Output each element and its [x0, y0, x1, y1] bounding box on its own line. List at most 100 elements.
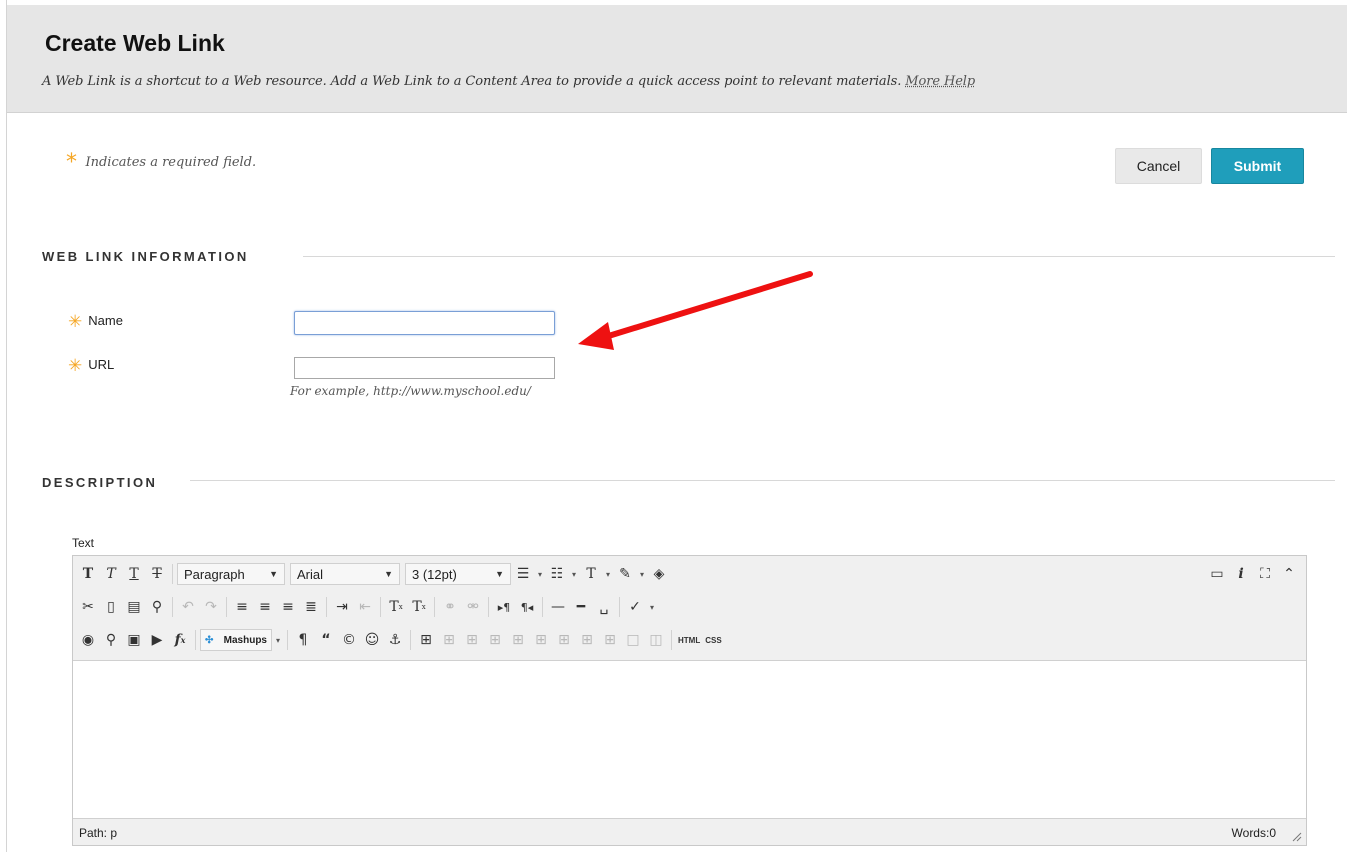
math-equation-icon[interactable]: fx [169, 629, 191, 651]
justify-icon[interactable]: ≣ [300, 596, 322, 618]
insert-col-after-icon[interactable]: ⊞ [576, 629, 598, 651]
more-help-link[interactable]: More Help [905, 74, 975, 89]
url-hint: For example, http://www.myschool.edu/ [290, 384, 531, 398]
toolbar-right-group: ▭ i ⛶ ⌃ [1206, 563, 1300, 585]
undo-icon[interactable]: ↶ [177, 596, 199, 618]
align-center-icon[interactable]: ≡ [254, 596, 276, 618]
thick-rule-icon[interactable]: ━ [570, 596, 592, 618]
superscript-icon[interactable]: Tx [385, 596, 407, 618]
merge-cells-icon[interactable]: □ [622, 629, 644, 651]
horizontal-rule-icon[interactable]: — [547, 596, 569, 618]
copyright-icon[interactable]: © [338, 629, 360, 651]
page-description-text: A Web Link is a shortcut to a Web resour… [42, 74, 902, 89]
mashups-icon: ✣ [205, 634, 214, 646]
toolbar-separator [410, 630, 411, 650]
fullscreen-icon[interactable]: ⛶ [1254, 563, 1276, 585]
dropdown-caret-icon[interactable]: ▾ [603, 570, 613, 579]
spellcheck-icon[interactable]: ✓ [624, 596, 646, 618]
anchor-icon[interactable]: ⚓ [384, 629, 406, 651]
toolbar-separator [671, 630, 672, 650]
redo-icon[interactable]: ↷ [200, 596, 222, 618]
url-field-label: ✳ URL [68, 356, 114, 376]
preview-icon[interactable]: ▭ [1206, 563, 1228, 585]
name-input[interactable] [294, 311, 555, 335]
cancel-button[interactable]: Cancel [1115, 148, 1202, 184]
font-select[interactable]: Arial ▼ [290, 563, 400, 585]
editor-content-area[interactable] [73, 661, 1306, 818]
align-right-icon[interactable]: ≡ [277, 596, 299, 618]
insert-table-icon[interactable]: ⊞ [415, 629, 437, 651]
required-field-note: * Indicates a required field. [66, 150, 256, 175]
insert-row-before-icon[interactable]: ⊞ [484, 629, 506, 651]
ltr-icon[interactable]: ▸¶ [493, 596, 515, 618]
url-input[interactable] [294, 357, 555, 379]
bullet-list-icon[interactable]: ☰ [512, 563, 534, 585]
editor-toolbar: T T T T Paragraph ▼ Arial ▼ 3 (12pt) ▼ ☰ ▾ … [73, 556, 1306, 661]
dropdown-caret-icon[interactable]: ▾ [637, 570, 647, 579]
dropdown-caret-icon[interactable]: ▾ [273, 636, 283, 645]
nonbreaking-space-icon[interactable]: ␣ [593, 596, 615, 618]
strikethrough-icon[interactable]: T [146, 563, 168, 585]
link-icon[interactable]: ⚭ [439, 596, 461, 618]
html-source-button[interactable]: HTML [676, 629, 702, 651]
submit-button[interactable]: Submit [1211, 148, 1304, 184]
italic-icon[interactable]: T [100, 563, 122, 585]
bold-icon[interactable]: T [77, 563, 99, 585]
toolbar-row-3: ◉ ⚲ ▣ ▶ fx ✣ Mashups ▾ ¶ “ © ☺ ⚓ ⊞ ⊞ ⊞ ⊞ … [77, 627, 724, 653]
dropdown-caret-icon[interactable]: ▾ [569, 570, 579, 579]
rtl-icon[interactable]: ¶◂ [516, 596, 538, 618]
split-cells-icon[interactable]: ◫ [645, 629, 667, 651]
eraser-icon[interactable]: ◈ [648, 563, 670, 585]
paste-icon[interactable]: ▤ [123, 596, 145, 618]
delete-col-icon[interactable]: ⊞ [599, 629, 621, 651]
dropdown-caret-icon[interactable]: ▾ [647, 603, 657, 612]
page-title: Create Web Link [45, 30, 225, 56]
underline-icon[interactable]: T [123, 563, 145, 585]
format-select[interactable]: Paragraph ▼ [177, 563, 285, 585]
toolbar-row-1: T T T T Paragraph ▼ Arial ▼ 3 (12pt) ▼ ☰ ▾ … [77, 561, 670, 587]
resize-handle-icon[interactable] [1290, 830, 1302, 842]
find-icon[interactable]: ⚲ [146, 596, 168, 618]
toolbar-row-2: ✂ ▯ ▤ ⚲ ↶ ↷ ≡ ≡ ≡ ≣ ⇥ ⇤ Tx Tx ⚭ ⚮ ▸¶ ¶◂ … [77, 594, 657, 620]
required-star-icon: * [66, 150, 77, 175]
cut-icon[interactable]: ✂ [77, 596, 99, 618]
toolbar-separator [172, 564, 173, 584]
insert-image-icon[interactable]: ▣ [123, 629, 145, 651]
paragraph-icon[interactable]: ¶ [292, 629, 314, 651]
toolbar-separator [195, 630, 196, 650]
emoticon-icon[interactable]: ☺ [361, 629, 383, 651]
delete-row-icon[interactable]: ⊞ [530, 629, 552, 651]
numbered-list-icon[interactable]: ☷ [546, 563, 568, 585]
toolbar-separator [542, 597, 543, 617]
mashups-button[interactable]: ✣ Mashups [200, 629, 272, 651]
outdent-icon[interactable]: ⇤ [354, 596, 376, 618]
size-select[interactable]: 3 (12pt) ▼ [405, 563, 511, 585]
word-count: Words:0 [1231, 826, 1276, 840]
info-icon[interactable]: i [1230, 563, 1252, 585]
table-row-props-icon[interactable]: ⊞ [438, 629, 460, 651]
css-editor-button[interactable]: CSS [703, 629, 723, 651]
text-color-icon[interactable]: T [580, 563, 602, 585]
required-field-text: Indicates a required field. [85, 155, 257, 170]
unlink-icon[interactable]: ⚮ [462, 596, 484, 618]
collapse-toolbar-icon[interactable]: ⌃ [1278, 563, 1300, 585]
insert-col-before-icon[interactable]: ⊞ [553, 629, 575, 651]
insert-row-after-icon[interactable]: ⊞ [507, 629, 529, 651]
blockquote-icon[interactable]: “ [315, 629, 337, 651]
copy-icon[interactable]: ▯ [100, 596, 122, 618]
dropdown-caret-icon[interactable]: ▾ [535, 570, 545, 579]
insert-media-icon[interactable]: ▶ [146, 629, 168, 651]
indent-icon[interactable]: ⇥ [331, 596, 353, 618]
subscript-icon[interactable]: Tx [408, 596, 430, 618]
dropdown-caret-icon: ▼ [269, 569, 278, 579]
highlight-icon[interactable]: ✎ [614, 563, 636, 585]
align-left-icon[interactable]: ≡ [231, 596, 253, 618]
page-border [6, 0, 7, 852]
toolbar-separator [380, 597, 381, 617]
section-divider [303, 256, 1335, 257]
attach-file-icon[interactable]: ⚲ [100, 629, 122, 651]
record-icon[interactable]: ◉ [77, 629, 99, 651]
table-cell-props-icon[interactable]: ⊞ [461, 629, 483, 651]
web-link-section-title: WEB LINK INFORMATION [42, 249, 249, 264]
editor-path: Path: p [79, 826, 118, 840]
